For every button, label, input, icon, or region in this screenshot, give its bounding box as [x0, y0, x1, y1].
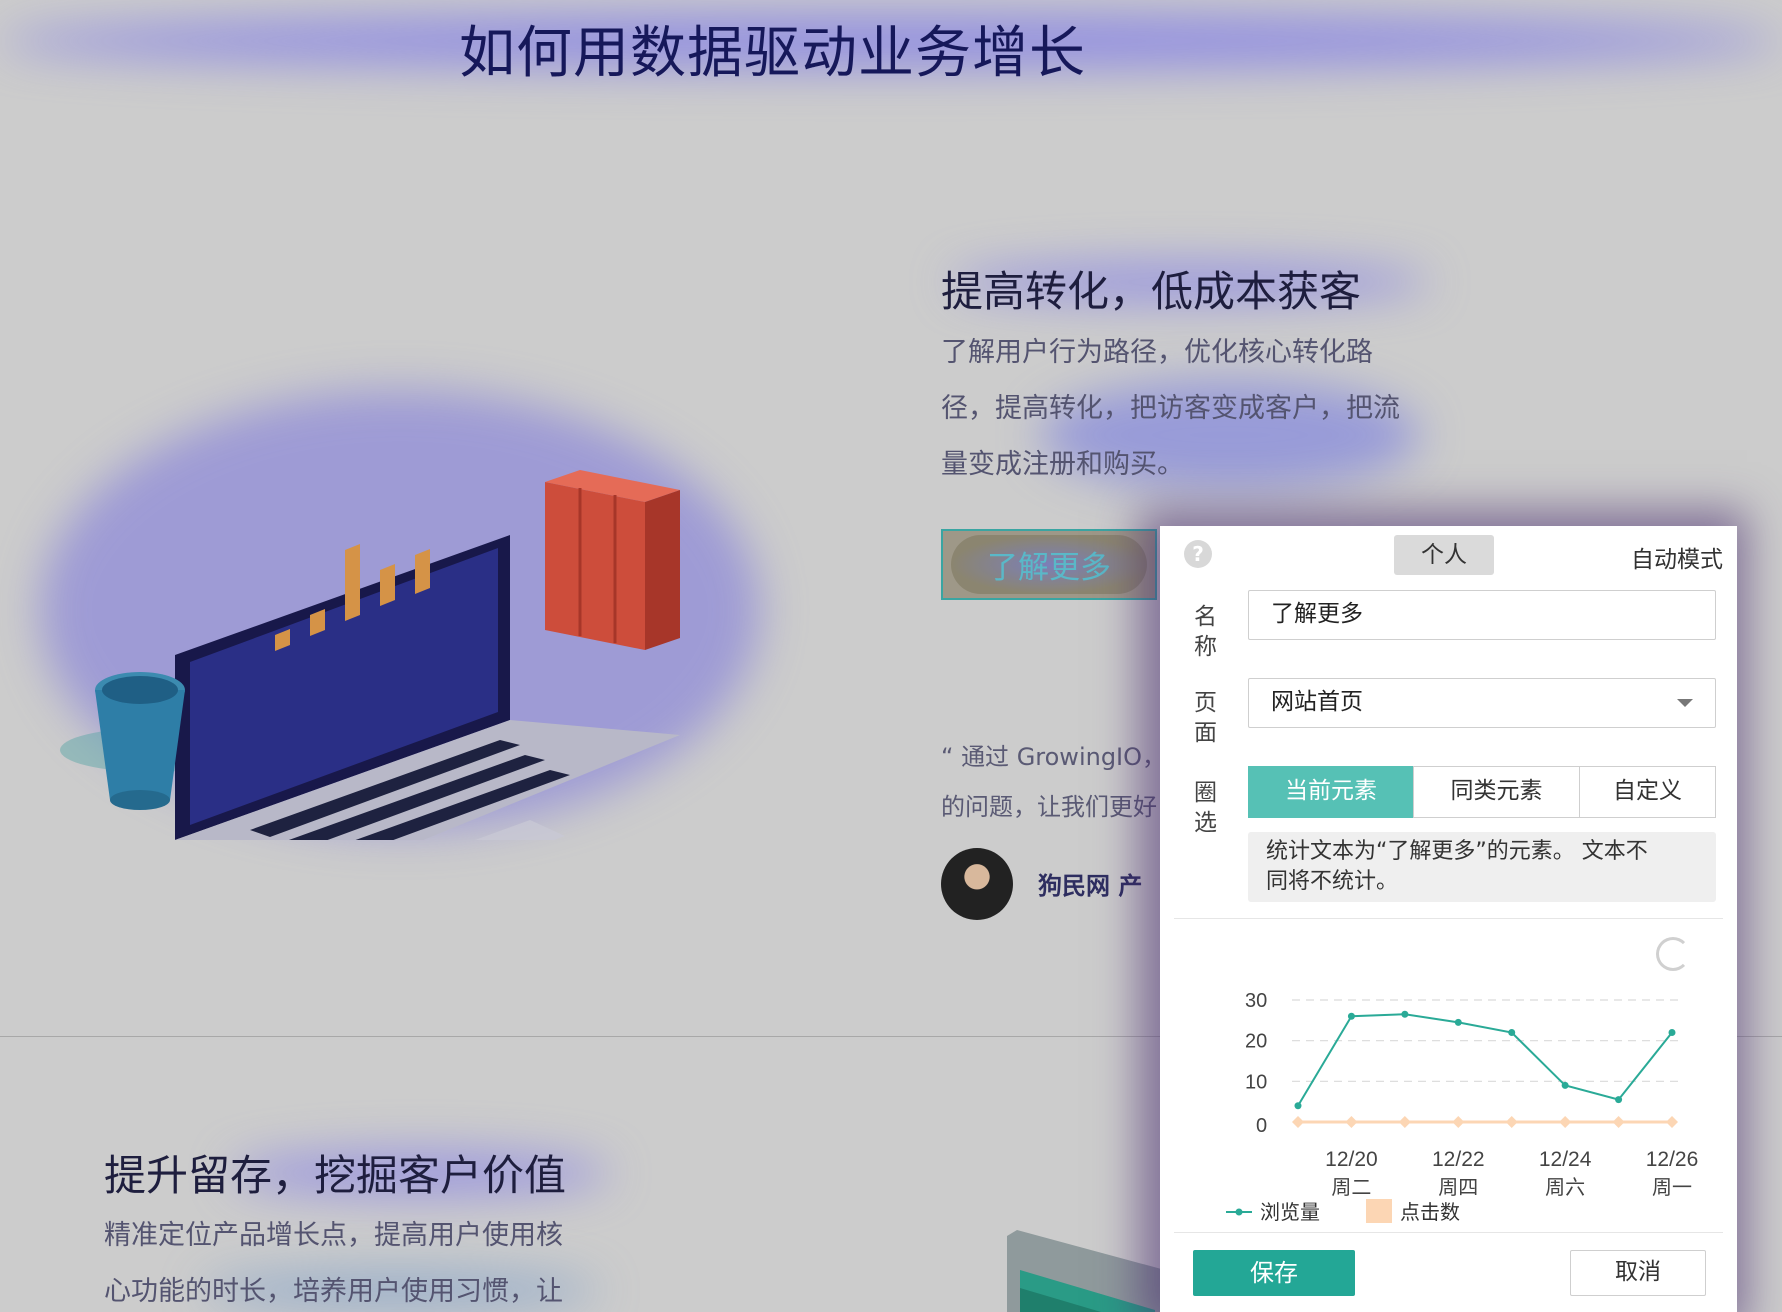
pageviews-point: [1561, 1081, 1569, 1089]
cancel-button[interactable]: 取消: [1570, 1250, 1706, 1296]
y-tick-label: 20: [1245, 1031, 1267, 1053]
clicks-point: [1398, 1116, 1411, 1128]
testimonial-author: 狗民网 产: [1038, 872, 1143, 900]
clicks-point: [1345, 1116, 1358, 1128]
x-tick-label: 12/24: [1539, 1148, 1592, 1171]
pageviews-point: [1347, 1012, 1355, 1020]
pageviews-point: [1454, 1018, 1462, 1026]
section1-line: 了解用户行为路径，优化核心转化路: [941, 337, 1373, 368]
section1-title: 提高转化，低成本获客: [941, 267, 1362, 316]
popup-divider: [1174, 918, 1723, 919]
legend-clicks-label: 点击数: [1400, 1201, 1460, 1224]
legend-pageviews-marker: [1235, 1208, 1243, 1216]
hint-line: 同将不统计。: [1266, 869, 1399, 894]
help-icon[interactable]: ?: [1184, 540, 1212, 568]
name-field[interactable]: 了解更多: [1248, 590, 1716, 640]
hint-line: 统计文本为“了解更多”的元素。 文本不: [1266, 839, 1648, 864]
legend-pageviews-label: 浏览量: [1260, 1201, 1320, 1224]
trend-chart: 0 10 20 30 12/20 周二 12/22 周四 12/24 周六 12/26 周一浏览量 点击…: [1226, 990, 1699, 1224]
pageviews-point: [1668, 1029, 1676, 1037]
personal-button[interactable]: 个人: [1394, 535, 1494, 575]
clicks-point: [1612, 1116, 1625, 1128]
learn-more-label: 了解更多: [987, 550, 1111, 586]
clicks-point: [1292, 1116, 1304, 1128]
section2-description: 精准定位产品增长点，提高用户使用核 心功能的时长，培养用户使用习惯，让: [104, 1208, 563, 1312]
x-tick-label: 12/22: [1432, 1148, 1485, 1171]
testimonial-quote-line: “ 通过 GrowingIO，: [941, 743, 1167, 771]
cup: [95, 672, 185, 810]
clicks-point: [1505, 1116, 1518, 1128]
element-definition-popup: ? 个人 自动模式 名 称 了解更多 页 面 网站首页 圈 选 当前元素 同类元…: [1160, 526, 1737, 1312]
popup-divider: [1174, 1232, 1723, 1233]
y-tick-label: 10: [1245, 1071, 1267, 1093]
name-label-char: 名: [1194, 604, 1217, 630]
testimonial-quote-line: 的问题，让我们更好: [941, 793, 1157, 821]
section1-line: 径，提高转化，把访客变成客户，把流: [941, 393, 1400, 424]
save-button[interactable]: 保存: [1193, 1250, 1355, 1296]
page-label-char: 面: [1194, 720, 1217, 746]
y-tick-label: 30: [1245, 990, 1267, 1012]
section2-line: 精准定位产品增长点，提高用户使用核: [104, 1220, 563, 1251]
clicks-point: [1559, 1116, 1572, 1128]
clicks-point: [1666, 1116, 1678, 1128]
x-tick-label: 12/26: [1646, 1148, 1699, 1171]
segment-custom[interactable]: 自定义: [1579, 766, 1716, 818]
x-tick-weekday: 周六: [1545, 1176, 1585, 1199]
laptop-illustration: [60, 470, 680, 840]
pageviews-point: [1508, 1029, 1516, 1037]
page-select[interactable]: 网站首页: [1248, 678, 1716, 728]
pageviews-point: [1401, 1010, 1409, 1018]
name-label-char: 称: [1194, 634, 1217, 660]
learn-more-button[interactable]: 了解更多: [941, 529, 1157, 600]
section2-line: 心功能的时长，培养用户使用习惯，让: [104, 1276, 563, 1307]
selection-hint: 统计文本为“了解更多”的元素。 文本不 同将不统计。: [1248, 832, 1716, 902]
section2-illustration: [1007, 1230, 1165, 1312]
select-label: 圈 选: [1194, 778, 1220, 838]
chevron-down-icon[interactable]: [1677, 699, 1693, 707]
legend-clicks-swatch: [1366, 1199, 1392, 1223]
name-label: 名 称: [1194, 602, 1220, 662]
section1-description: 了解用户行为路径，优化核心转化路 径，提高转化，把访客变成客户，把流 量变成注册…: [941, 325, 1400, 493]
books: [545, 470, 680, 650]
section2-title: 提升留存，挖掘客户价值: [104, 1151, 567, 1200]
page-select-value: 网站首页: [1271, 689, 1363, 715]
segment-current-element[interactable]: 当前元素: [1248, 766, 1414, 818]
segment-similar-elements[interactable]: 同类元素: [1413, 766, 1580, 818]
auto-mode-toggle[interactable]: 自动模式: [1631, 540, 1723, 574]
section1-line: 量变成注册和购买。: [941, 449, 1184, 480]
select-label-char: 圈: [1194, 780, 1217, 806]
x-tick-weekday: 周一: [1652, 1177, 1692, 1199]
page-title: 如何用数据驱动业务增长: [459, 21, 1086, 86]
avatar: [941, 848, 1013, 920]
clicks-point: [1452, 1116, 1465, 1128]
series-line-pageviews: [1297, 1013, 1673, 1107]
page-label-char: 页: [1194, 690, 1217, 716]
select-label-char: 选: [1194, 810, 1217, 836]
y-tick-label: 0: [1256, 1115, 1267, 1137]
x-tick-label: 12/20: [1325, 1148, 1378, 1171]
x-tick-weekday: 周四: [1438, 1177, 1478, 1199]
x-tick-weekday: 周二: [1331, 1177, 1371, 1199]
page-label: 页 面: [1194, 688, 1220, 748]
pageviews-point: [1615, 1096, 1623, 1104]
pageviews-point: [1294, 1102, 1302, 1110]
